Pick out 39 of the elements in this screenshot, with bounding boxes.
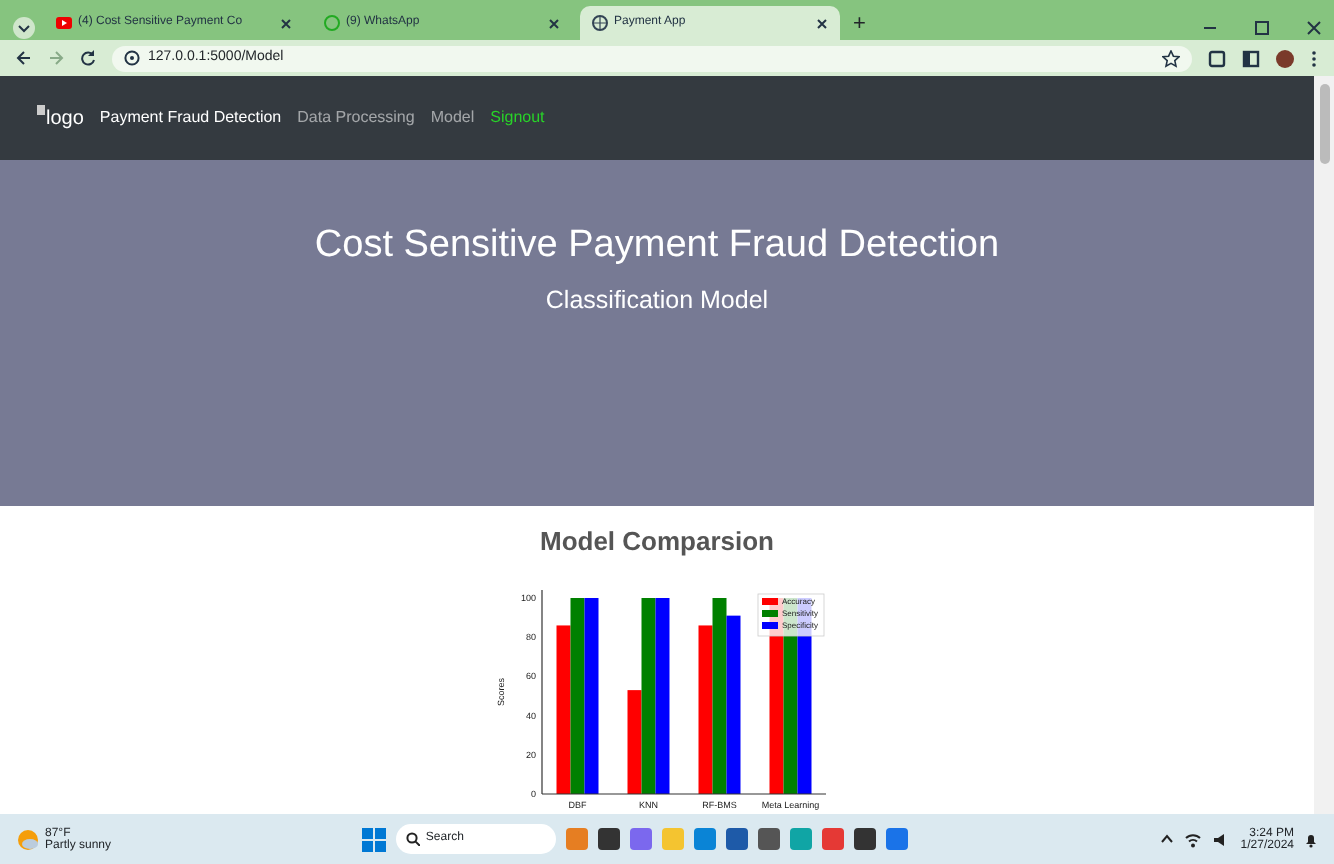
close-icon[interactable]: [280, 17, 292, 29]
globe-icon: [592, 14, 608, 32]
close-icon[interactable]: [548, 17, 560, 29]
back-icon[interactable]: [16, 50, 32, 66]
more-icon[interactable]: [1310, 49, 1318, 67]
section-title: Model Comparsion: [537, 524, 776, 560]
windows-start-icon[interactable]: [362, 827, 387, 851]
bell-icon[interactable]: [1304, 831, 1318, 847]
search-icon: [406, 832, 421, 846]
hero-subtitle: Classification Model: [543, 283, 771, 318]
app-icon[interactable]: [598, 828, 621, 850]
nav-link[interactable]: Payment Fraud Detection: [99, 106, 282, 130]
nav-link[interactable]: Model: [430, 106, 475, 130]
app-icon[interactable]: [758, 828, 781, 850]
wifi-icon[interactable]: [1184, 831, 1203, 847]
nav-link[interactable]: Signout: [490, 106, 545, 130]
broken-image-icon: [36, 103, 46, 115]
close-icon[interactable]: [816, 17, 828, 29]
app-icon[interactable]: [726, 828, 749, 850]
reload-icon[interactable]: [80, 50, 96, 66]
avatar-icon[interactable]: [1276, 49, 1294, 67]
chevron-up-icon[interactable]: [1160, 832, 1175, 846]
side-panel-icon[interactable]: [1242, 49, 1260, 67]
site-info-icon[interactable]: [124, 50, 140, 66]
close-icon[interactable]: [1306, 16, 1322, 40]
star-icon[interactable]: [1162, 49, 1180, 67]
app-icon[interactable]: [854, 828, 877, 850]
weather-icon: [16, 827, 40, 851]
hero-title: Cost Sensitive Payment Fraud Detection: [312, 224, 1002, 270]
video-icon: [56, 14, 72, 32]
logo-image: logo: [36, 103, 84, 133]
tab-list-icon[interactable]: [12, 16, 36, 40]
chat-icon: [324, 14, 340, 32]
nav-link[interactable]: Data Processing: [297, 106, 415, 130]
new-tab-button[interactable]: +: [848, 7, 871, 40]
scrollbar[interactable]: [1314, 76, 1334, 814]
maximize-icon[interactable]: [1254, 16, 1270, 40]
chart-legend: [756, 592, 824, 636]
extensions-icon[interactable]: [1208, 49, 1226, 67]
